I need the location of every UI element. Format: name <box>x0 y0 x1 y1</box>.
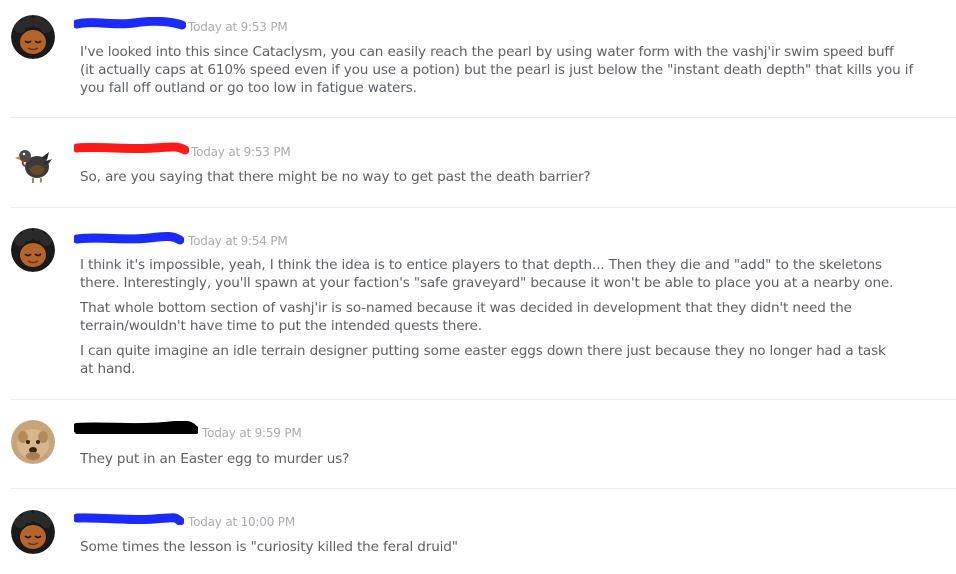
message-timestamp: Today at 9:54 PM <box>188 234 288 248</box>
message-text: I've looked into this since Cataclysm, y… <box>80 44 894 60</box>
user-avatar[interactable] <box>11 140 55 184</box>
message-text: you fall off outland or go too low in fa… <box>80 80 417 96</box>
message-text: at hand. <box>80 361 136 377</box>
message-timestamp: Today at 9:53 PM <box>191 145 291 159</box>
message-timestamp: Today at 9:53 PM <box>188 20 288 34</box>
message-timestamp: Today at 9:59 PM <box>202 426 302 440</box>
message-timestamp: Today at 10:00 PM <box>188 515 295 529</box>
message-text: there. Interestingly, you'll spawn at yo… <box>80 275 894 291</box>
message-text: terrain/wouldn't have time to put the in… <box>80 318 482 334</box>
message-text: Some times the lesson is "curiosity kill… <box>80 539 458 555</box>
message-divider <box>10 117 956 118</box>
user-avatar[interactable] <box>11 420 55 464</box>
curly-hair-avatar-icon <box>11 15 55 59</box>
dog-photo-avatar-icon <box>11 420 55 464</box>
message-text: They put in an Easter egg to murder us? <box>80 451 350 467</box>
redacted-username <box>74 513 184 525</box>
user-avatar[interactable] <box>11 228 55 272</box>
message-text: That whole bottom section of vashj'ir is… <box>80 300 852 316</box>
turkey-avatar-icon <box>11 140 55 184</box>
message-text: So, are you saying that there might be n… <box>80 169 591 185</box>
redacted-username <box>74 421 198 434</box>
user-avatar[interactable] <box>11 15 55 59</box>
message-text: (it actually caps at 610% speed even if … <box>80 62 914 78</box>
message-text: I can quite imagine an idle terrain desi… <box>80 343 886 359</box>
redacted-username <box>74 232 184 245</box>
user-avatar[interactable] <box>11 510 55 554</box>
redacted-username <box>74 142 189 155</box>
curly-hair-avatar-icon <box>11 510 55 554</box>
message-divider <box>10 488 956 489</box>
curly-hair-avatar-icon <box>11 228 55 272</box>
redacted-username <box>74 17 186 30</box>
message-divider <box>10 399 956 400</box>
message-text: I think it's impossible, yeah, I think t… <box>80 257 882 273</box>
message-divider <box>10 207 956 208</box>
